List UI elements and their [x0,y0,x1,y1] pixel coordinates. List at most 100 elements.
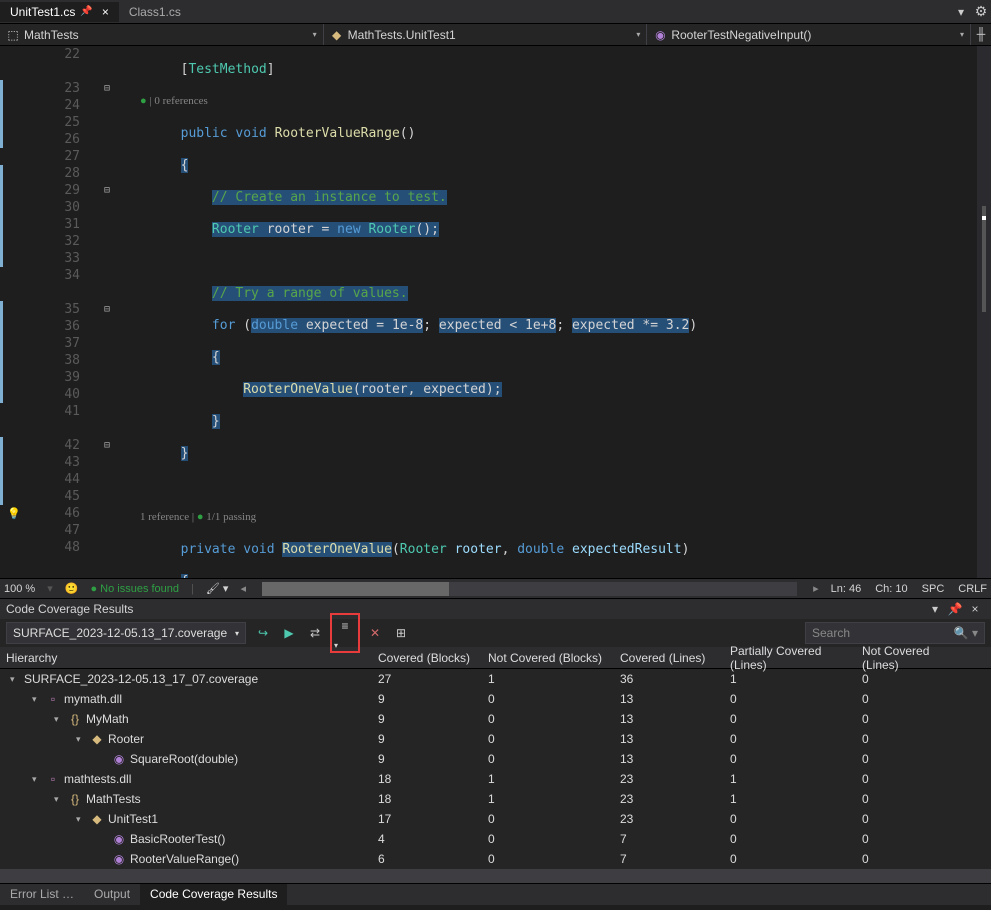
fold-toggle[interactable]: ⊟ [98,437,116,454]
coverage-file-dropdown[interactable]: SURFACE_2023-12-05.13_17.coverage ▾ [6,622,246,644]
import-icon[interactable]: ↪ [252,622,274,644]
col-notcovered-lines[interactable]: Not Covered (Lines) [856,644,966,672]
columns-icon[interactable]: ⊞ [390,622,412,644]
col-hierarchy[interactable]: Hierarchy [0,651,372,665]
lightbulb-icon[interactable]: 💡 [7,507,21,520]
tab-code-coverage[interactable]: Code Coverage Results [140,884,287,905]
cursor-col[interactable]: Ch: 10 [875,583,907,595]
code-editor[interactable]: 💡 22 23 24 25 26 27 28 29 30 31 32 33 34… [0,46,991,578]
export-icon[interactable]: ▶ [278,622,300,644]
panel-horizontal-scrollbar[interactable] [0,869,991,883]
breadcrumb-class[interactable]: ◆ MathTests.UnitTest1 ▾ [324,24,648,45]
node-label: SquareRoot(double) [130,752,238,766]
cell: 0 [856,772,966,786]
expand-toggle[interactable]: ▾ [54,714,64,725]
tab-class1[interactable]: Class1.cs [119,2,191,22]
table-row[interactable]: ▾▫mymath.dll901300 [0,689,991,709]
expand-toggle[interactable]: ▾ [76,814,86,825]
show-coverage-icon[interactable]: ≡ [334,615,356,637]
panel-title: Code Coverage Results [6,602,133,616]
table-row[interactable]: ◉SquareRoot(double)901300 [0,749,991,769]
cell: 0 [856,792,966,806]
node-label: BasicRooterTest() [130,832,225,846]
cell: 0 [856,672,966,686]
horizontal-scrollbar[interactable] [262,582,797,596]
cell: 0 [482,852,614,866]
expand-toggle[interactable]: ▾ [54,794,64,805]
expand-toggle[interactable]: ▾ [10,674,20,685]
expand-toggle[interactable]: ▾ [32,774,42,785]
fold-toggle[interactable]: ⊟ [98,301,116,318]
tab-error-list[interactable]: Error List … [0,884,84,905]
col-partial-lines[interactable]: Partially Covered (Lines) [724,644,856,672]
search-input[interactable]: Search 🔍 ▾ [805,622,985,644]
table-row[interactable]: ▾SURFACE_2023-12-05.13_17_07.coverage271… [0,669,991,689]
expand-toggle[interactable]: ▾ [76,734,86,745]
cell: 13 [614,752,724,766]
gear-icon[interactable]: ⚙ [971,2,991,22]
brush-icon[interactable]: 🖌 ▾ [206,582,229,595]
cell: 0 [724,752,856,766]
cell: 23 [614,792,724,806]
table-row[interactable]: ◉RooterValueRange()60700 [0,849,991,869]
table-row[interactable]: ▾◆UnitTest11702300 [0,809,991,829]
cell: 0 [856,712,966,726]
feedback-icon[interactable]: 🙂 [65,582,79,595]
cell: 0 [482,832,614,846]
table-row[interactable]: ▾▫mathtests.dll1812310 [0,769,991,789]
expand-toggle[interactable]: ▾ [32,694,42,705]
node-label: mymath.dll [64,692,122,706]
cell: 0 [724,692,856,706]
zoom-level[interactable]: 100 % [4,583,35,595]
highlighted-toolbar-item: ≡ ▾ [330,613,360,653]
merge-icon[interactable]: ⇄ [304,622,326,644]
cell: 1 [724,792,856,806]
cell: 0 [724,832,856,846]
cell: 13 [614,712,724,726]
breadcrumb: ⬚ MathTests ▾ ◆ MathTests.UnitTest1 ▾ ◉ … [0,24,991,46]
cell: 6 [372,852,482,866]
line-ending[interactable]: CRLF [958,583,987,595]
ns-icon: {} [68,792,82,806]
split-icon[interactable]: ╫ [971,24,991,44]
cell: 9 [372,692,482,706]
cell: 0 [856,752,966,766]
tab-output[interactable]: Output [84,884,140,905]
cell: 0 [856,732,966,746]
pin-icon[interactable]: 📌 [80,6,92,17]
pin-icon[interactable]: 📌 [945,599,965,619]
issues-status[interactable]: ● No issues found [90,583,179,595]
breadcrumb-method[interactable]: ◉ RooterTestNegativeInput() ▾ [647,24,971,45]
col-covered-blocks[interactable]: Covered (Blocks) [372,651,482,665]
cell: 17 [372,812,482,826]
table-row[interactable]: ▾{}MyMath901300 [0,709,991,729]
chevron-down-icon: ▾ [960,30,964,39]
cell: 7 [614,832,724,846]
cell: 1 [482,672,614,686]
meth-icon: ◉ [112,832,126,846]
col-notcovered-blocks[interactable]: Not Covered (Blocks) [482,651,614,665]
close-icon[interactable]: × [965,599,985,619]
cell: 23 [614,772,724,786]
cell: 0 [724,712,856,726]
code-content[interactable]: [TestMethod] ● | 0 references public voi… [116,46,991,578]
table-row[interactable]: ▾{}MathTests1812310 [0,789,991,809]
panel-titlebar: Code Coverage Results ▾ 📌 × [0,599,991,619]
dropdown-icon[interactable]: ▾ [951,2,971,22]
breadcrumb-project[interactable]: ⬚ MathTests ▾ [0,24,324,45]
cell: 1 [482,792,614,806]
table-row[interactable]: ▾◆Rooter901300 [0,729,991,749]
tab-unittest[interactable]: UnitTest1.cs 📌 × [0,2,119,22]
remove-icon[interactable]: ✕ [364,622,386,644]
cell: 1 [724,672,856,686]
fold-toggle[interactable]: ⊟ [98,182,116,199]
col-covered-lines[interactable]: Covered (Lines) [614,651,724,665]
vertical-scrollbar[interactable] [977,46,991,578]
cursor-line[interactable]: Ln: 46 [831,583,862,595]
tab-label: Class1.cs [129,5,181,19]
indent-mode[interactable]: SPC [922,583,945,595]
table-row[interactable]: ◉BasicRooterTest()40700 [0,829,991,849]
close-icon[interactable]: × [102,5,109,19]
fold-toggle[interactable]: ⊟ [98,80,116,97]
window-dropdown-icon[interactable]: ▾ [925,599,945,619]
